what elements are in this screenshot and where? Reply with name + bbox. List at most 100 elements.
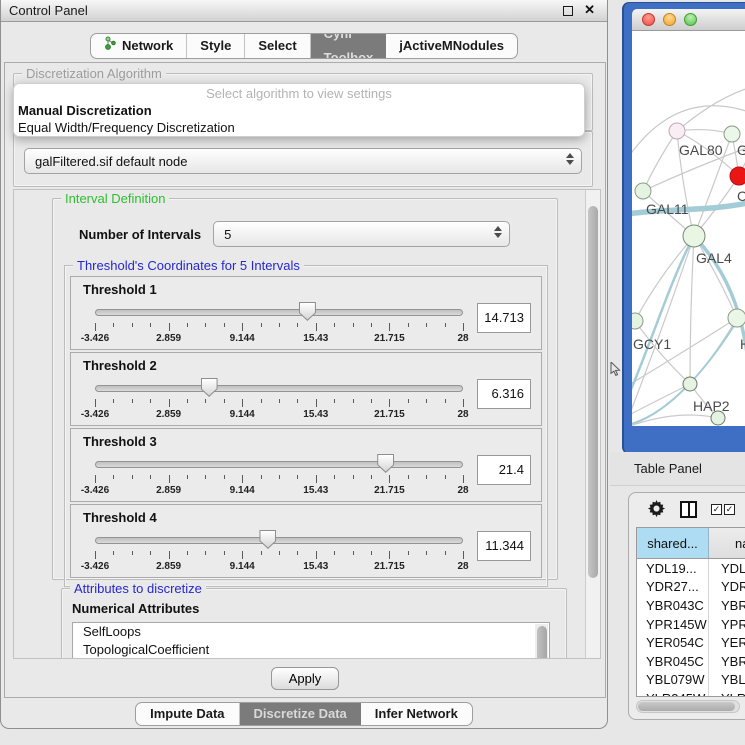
threshold-value-field[interactable]: 21.4 [477,455,531,485]
node[interactable] [724,126,740,142]
table-row[interactable]: YBL079WYBL0 [637,671,745,690]
checkbox-icon[interactable]: ✓ [711,504,722,515]
node-gal11[interactable] [635,183,651,199]
table-row[interactable]: YLR345WYLR3 [637,689,745,697]
panel-scrollbar-thumb[interactable] [588,206,598,578]
network-edge[interactable] [690,236,694,384]
node[interactable] [728,309,745,327]
tab-cyni-toolbox[interactable]: Cyni Toolbox [311,34,387,58]
threshold-value-field[interactable]: 6.316 [477,379,531,409]
gear-icon[interactable] [647,500,666,519]
zoom-light[interactable] [684,13,697,26]
list-item[interactable]: SelfLoops [73,623,549,641]
slider-thumb-icon[interactable] [377,454,394,473]
table-panel-title: Table Panel [634,461,702,476]
slider-track[interactable] [95,461,463,468]
dropdown-option-manual[interactable]: Manual Discretization [14,103,584,120]
table-horizontal-scrollbar[interactable] [636,700,740,713]
minimize-light[interactable] [663,13,676,26]
column-header-name[interactable]: na... [709,528,745,558]
node-gal4[interactable] [683,225,705,247]
stepper-icon[interactable] [494,226,502,238]
node-red[interactable] [730,167,745,185]
slider-track[interactable] [95,537,463,544]
table-data-combobox[interactable]: galFiltered.sif default node [24,148,582,174]
network-edge[interactable] [635,236,694,321]
slider-thumb-icon[interactable] [299,302,316,321]
threshold-row: -3.4262.8599.14415.4321.71528 11.344 [81,528,531,576]
tick-mark [150,551,151,555]
threshold-panel-2: Threshold 2-3.4262.8599.14415.4321.71528… [70,352,542,426]
close-light[interactable] [642,13,655,26]
tab-discretize-data[interactable]: Discretize Data [240,703,361,725]
table-row[interactable]: YER054CYER0 [637,633,745,652]
stepper-icon[interactable] [566,153,574,165]
slider-track[interactable] [95,309,463,316]
tab-label: Cyni Toolbox [324,33,374,59]
list-scrollbar-thumb[interactable] [537,626,547,659]
tab-infer-network[interactable]: Infer Network [361,703,472,725]
table-row[interactable]: YDR27...YDR2 [637,578,745,597]
tick-label: 21.715 [374,333,405,344]
node-gal80[interactable] [669,123,685,139]
tick-label: 9.144 [230,333,255,344]
table-row[interactable]: YDL19...YDL1 [637,559,745,578]
apply-button[interactable]: Apply [271,667,339,690]
threshold-panel-1: Threshold 1-3.4262.8599.14415.4321.71528… [70,276,542,350]
tab-jactivemnodules[interactable]: jActiveMNodules [386,34,517,58]
tab-impute-data[interactable]: Impute Data [136,703,239,725]
threshold-value-field[interactable]: 14.713 [477,303,531,333]
network-edge[interactable] [643,131,677,191]
tick-mark [334,475,335,479]
column-header-shared-name[interactable]: shared... [637,528,709,558]
dropdown-option-equal-width[interactable]: Equal Width/Frequency Discretization [14,120,584,137]
table-header-row: shared... na... [637,528,745,559]
network-canvas[interactable]: GAL80GACGAL11GAL4GCY1HHAP2 [632,31,745,426]
tick-label: -3.426 [81,561,109,572]
list-item[interactable]: TopologicalCoefficient [73,641,549,659]
slider-track[interactable] [95,385,463,392]
threshold-value-field[interactable]: 11.344 [477,531,531,561]
tick-mark [205,551,206,555]
tab-network[interactable]: Network [91,34,187,58]
algorithm-dropdown-popup: Select algorithm to view settings Manual… [13,83,585,137]
threshold-slider[interactable]: -3.4262.8599.14415.4321.71528 [95,300,463,348]
float-window-icon[interactable] [563,6,573,16]
tick-mark [426,475,427,479]
checkbox-icon[interactable]: ✓ [724,504,735,515]
tab-select[interactable]: Select [245,34,310,58]
tick-mark [224,551,225,555]
node-hap2[interactable] [683,377,697,391]
network-edge[interactable] [632,384,690,416]
table-row[interactable]: YBR043CYBR0 [637,596,745,615]
tick-mark [334,551,335,555]
cell-shared-name: YLR345W [637,689,709,697]
network-edge[interactable] [632,236,694,421]
split-columns-icon[interactable] [680,501,697,518]
number-of-intervals-combobox[interactable]: 5 [213,221,510,247]
column-checkboxes[interactable]: ✓ ✓ [711,504,735,515]
panel-scrollbar[interactable] [585,190,600,658]
table-row[interactable]: YPR145WYPR1 [637,615,745,634]
slider-thumb-icon[interactable] [201,378,218,397]
node-gcy1[interactable] [632,313,643,329]
list-scrollbar[interactable] [535,624,548,659]
threshold-slider[interactable]: -3.4262.8599.14415.4321.71528 [95,528,463,576]
threshold-slider[interactable]: -3.4262.8599.14415.4321.71528 [95,452,463,500]
threshold-slider[interactable]: -3.4262.8599.14415.4321.71528 [95,376,463,424]
table-hscrollbar-thumb[interactable] [638,702,735,711]
table-row[interactable]: YBR045CYBR0 [637,652,745,671]
close-icon[interactable]: ✕ [584,2,595,18]
slider-thumb-icon[interactable] [259,530,276,549]
tick-mark [297,551,298,555]
network-edge[interactable] [632,318,737,386]
network-edge[interactable] [694,236,737,318]
network-edge[interactable] [632,415,718,426]
tick-mark [224,323,225,327]
tick-mark [445,323,446,327]
tab-style[interactable]: Style [187,34,245,58]
group-title-discretization: Discretization Algorithm [22,66,166,81]
attributes-list: SelfLoopsTopologicalCoefficientBetweenne… [72,622,550,659]
network-edge[interactable] [677,87,745,131]
table-data-value: galFiltered.sif default node [35,154,187,169]
